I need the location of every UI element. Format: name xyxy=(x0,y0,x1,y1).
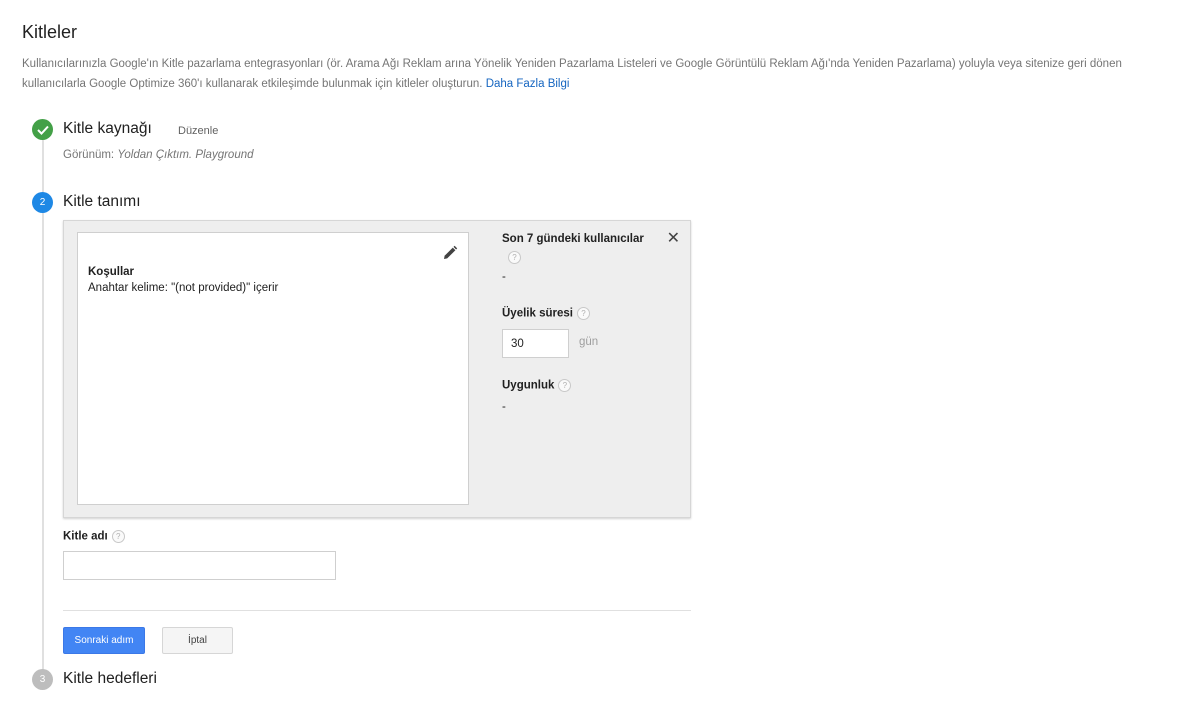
membership-duration-unit: gün xyxy=(579,336,599,348)
help-icon[interactable]: ? xyxy=(111,530,125,543)
cancel-button[interactable]: İptal xyxy=(162,627,233,654)
page-title: Kitleler xyxy=(22,22,78,42)
membership-duration-input[interactable] xyxy=(502,329,569,358)
audience-name-label: Kitle adı? xyxy=(63,530,125,543)
step-audience-destinations-title: Kitle hedefleri xyxy=(63,670,157,687)
step-3-badge: 3 xyxy=(32,669,53,690)
stepper-rail xyxy=(42,140,44,682)
step-audience-definition-title: Kitle tanımı xyxy=(63,193,141,210)
conditions-title: Koşullar xyxy=(88,266,135,278)
learn-more-link[interactable]: Daha Fazla Bilgi xyxy=(486,78,570,90)
step-2-badge: 2 xyxy=(32,192,53,213)
help-icon[interactable]: ? xyxy=(558,379,572,392)
source-view-summary: Görünüm: Yoldan Çıktım. Playground xyxy=(63,149,254,161)
intro-text: Kullanıcılarınızla Google'ın Kitle pazar… xyxy=(22,58,1122,90)
audience-name-input[interactable] xyxy=(63,551,336,580)
audience-definition-panel: Koşullar Anahtar kelime: "(not provided)… xyxy=(63,220,691,518)
conditions-box[interactable]: Koşullar Anahtar kelime: "(not provided)… xyxy=(77,232,469,505)
view-label: Görünüm: xyxy=(63,149,115,161)
membership-duration-label: Üyelik süresi? xyxy=(502,307,590,320)
users-7-days-label: Son 7 gündeki kullanıcılar xyxy=(502,233,644,245)
audience-summary-panel: ✕ Son 7 gündeki kullanıcılar ? - Üyelik … xyxy=(502,221,692,517)
eligibility-label: Uygunluk? xyxy=(502,379,572,392)
help-icon[interactable]: ? xyxy=(576,307,590,320)
divider xyxy=(63,610,691,611)
next-step-button[interactable]: Sonraki adım xyxy=(63,627,145,654)
edit-source-link[interactable]: Düzenle xyxy=(178,125,218,137)
eligibility-value: - xyxy=(502,401,506,413)
help-icon[interactable]: ? xyxy=(508,251,521,264)
view-name: Yoldan Çıktım. Playground xyxy=(117,149,254,161)
pencil-icon[interactable] xyxy=(442,245,458,261)
users-7-days-value: - xyxy=(502,271,506,283)
conditions-text: Anahtar kelime: "(not provided)" içerir xyxy=(88,282,279,294)
page-description: Kullanıcılarınızla Google'ın Kitle pazar… xyxy=(22,54,1172,94)
step-audience-source-title: Kitle kaynağı xyxy=(63,120,152,137)
close-icon[interactable]: ✕ xyxy=(667,231,680,247)
check-icon xyxy=(32,119,53,140)
